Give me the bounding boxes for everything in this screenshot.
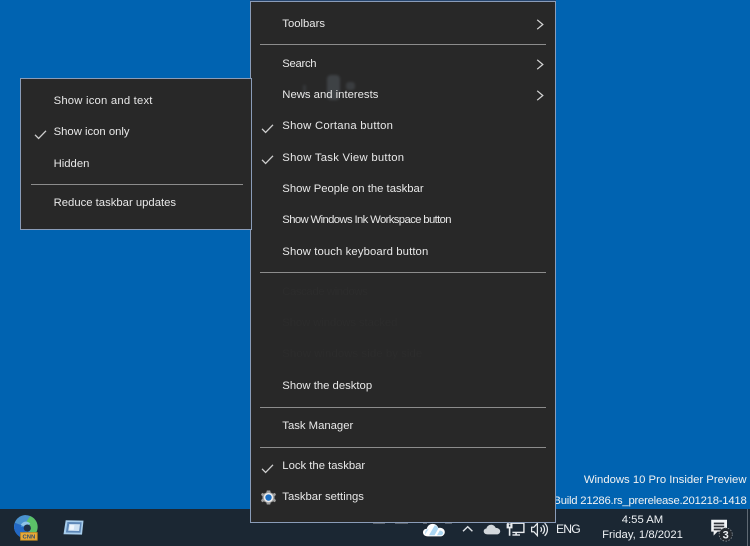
svg-text:CNN: CNN	[22, 535, 35, 541]
svg-text:3: 3	[723, 529, 729, 541]
